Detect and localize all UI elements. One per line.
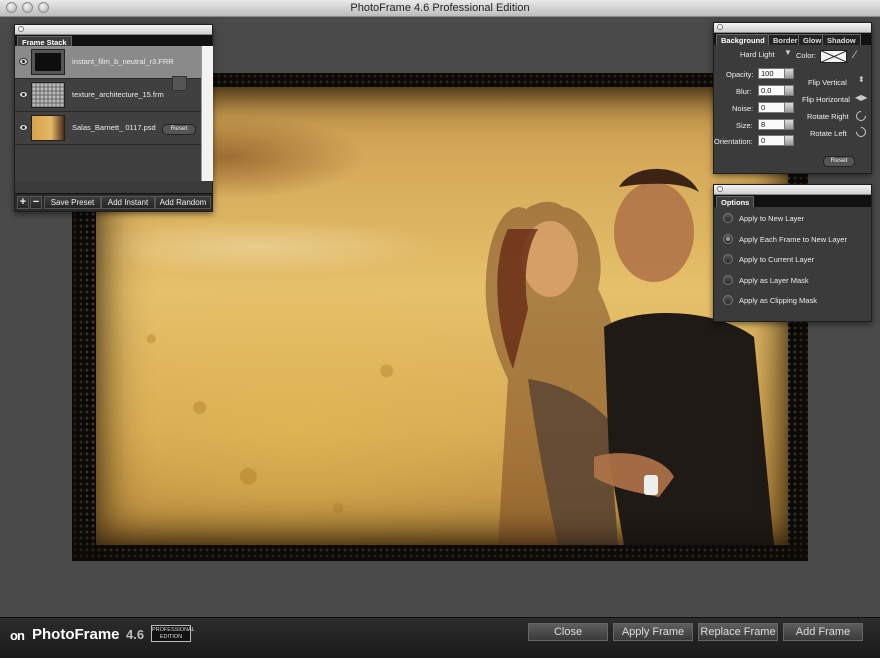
eyedropper-icon[interactable]: ⁄ <box>854 49 856 61</box>
onone-logo: on <box>10 628 25 643</box>
remove-frame-icon[interactable]: − <box>30 196 42 209</box>
opacity-input[interactable]: 100 <box>758 68 794 79</box>
flip-vertical-icon[interactable]: ⬍ <box>858 75 865 84</box>
size-input[interactable]: 8 <box>758 119 794 130</box>
radio-button[interactable] <box>723 234 733 244</box>
frame-color-swatch[interactable] <box>172 76 187 91</box>
frame-name: instant_film_b_neutral_r3.FRR <box>72 57 174 66</box>
visibility-eye-icon[interactable] <box>19 91 28 98</box>
bottom-bar: on PhotoFrame 4.6 PROFESSIONAL EDITION C… <box>0 617 880 658</box>
frame-stack-item[interactable]: Salas_Barnett_ 0117.psd Reset <box>15 112 201 145</box>
frame-stack-item[interactable]: instant_film_b_neutral_r3.FRR <box>15 46 201 79</box>
radio-button[interactable] <box>723 295 733 305</box>
rotate-left-icon[interactable] <box>853 124 869 140</box>
frame-stack-scrollbar[interactable] <box>201 46 213 181</box>
tab-background[interactable]: Background <box>716 34 770 45</box>
background-panel-header[interactable] <box>714 23 871 33</box>
orientation-label: Orientation: <box>714 137 753 146</box>
save-preset-button[interactable]: Save Preset <box>44 196 101 209</box>
window-title: PhotoFrame 4.6 Professional Edition <box>350 2 530 14</box>
close-button[interactable]: Close <box>528 623 608 641</box>
rotate-left-button[interactable]: Rotate Left <box>810 129 847 138</box>
reset-button[interactable]: Reset <box>823 156 855 167</box>
add-instant-button[interactable]: Add Instant <box>101 196 155 209</box>
stepper-icon[interactable] <box>784 120 793 129</box>
frame-name: Salas_Barnett_ 0117.psd <box>72 123 156 132</box>
noise-input[interactable]: 0 <box>758 102 794 113</box>
replace-frame-button[interactable]: Replace Frame <box>698 623 778 641</box>
frame-thumbnail <box>31 49 65 75</box>
background-panel: Background Border Glow Shadow Hard Light… <box>713 22 872 174</box>
orientation-input[interactable]: 0 <box>758 135 794 146</box>
frame-stack-panel-header[interactable] <box>15 25 212 35</box>
visibility-eye-icon[interactable] <box>19 124 28 131</box>
stepper-icon[interactable] <box>784 103 793 112</box>
stepper-icon[interactable] <box>784 69 793 78</box>
flip-horizontal-button[interactable]: Flip Horizontal <box>802 95 850 104</box>
visibility-eye-icon[interactable] <box>19 58 28 65</box>
radio-button[interactable] <box>723 275 733 285</box>
chevron-down-icon[interactable]: ▼ <box>784 48 792 57</box>
flip-vertical-button[interactable]: Flip Vertical <box>808 78 847 87</box>
window-title-bar: PhotoFrame 4.6 Professional Edition <box>0 0 880 17</box>
add-frame-button[interactable]: Add Frame <box>783 623 863 641</box>
frame-name: texture_architecture_15.frm <box>72 90 164 99</box>
tab-options[interactable]: Options <box>716 196 755 207</box>
noise-label: Noise: <box>732 104 754 113</box>
app-logo-version: 4.6 <box>126 627 145 642</box>
photo-thumbnail <box>31 115 65 141</box>
frame-thumbnail <box>31 82 65 108</box>
stepper-icon[interactable] <box>784 136 793 145</box>
edition-badge: PROFESSIONAL EDITION <box>151 625 195 642</box>
radio-button[interactable] <box>723 254 733 264</box>
size-label: Size: <box>736 121 753 130</box>
stepper-icon[interactable] <box>784 86 793 95</box>
reset-button[interactable]: Reset <box>162 124 196 135</box>
app-logo-name: PhotoFrame <box>32 626 120 643</box>
tab-shadow[interactable]: Shadow <box>822 34 861 45</box>
frame-stack-panel: Frame Stack instant_film_b_neutral_r3.FR… <box>14 24 213 212</box>
add-frame-icon[interactable]: + <box>17 196 29 209</box>
apply-frame-button[interactable]: Apply Frame <box>613 623 693 641</box>
panel-close-icon[interactable] <box>717 186 723 192</box>
add-random-button[interactable]: Add Random <box>155 196 211 209</box>
blur-input[interactable]: 0.0 <box>758 85 794 96</box>
rotate-right-icon[interactable] <box>853 108 869 124</box>
rotate-right-button[interactable]: Rotate Right <box>807 112 849 121</box>
blend-mode-select[interactable]: Hard Light <box>740 50 775 59</box>
panel-close-icon[interactable] <box>717 24 723 30</box>
color-swatch[interactable] <box>820 50 847 63</box>
radio-button[interactable] <box>723 213 733 223</box>
options-panel-header[interactable] <box>714 185 871 195</box>
panel-close-icon[interactable] <box>18 26 24 32</box>
color-label: Color: <box>796 51 817 60</box>
options-panel: Options Apply to New Layer Apply Each Fr… <box>713 184 872 322</box>
blur-label: Blur: <box>736 87 752 96</box>
frame-stack-list: instant_film_b_neutral_r3.FRR texture_ar… <box>15 46 201 181</box>
flip-horizontal-icon[interactable]: ◀▶ <box>855 93 867 102</box>
opacity-label: Opacity: <box>726 70 754 79</box>
frame-stack-toolbar: + − Save Preset Add Instant Add Random <box>15 193 212 211</box>
